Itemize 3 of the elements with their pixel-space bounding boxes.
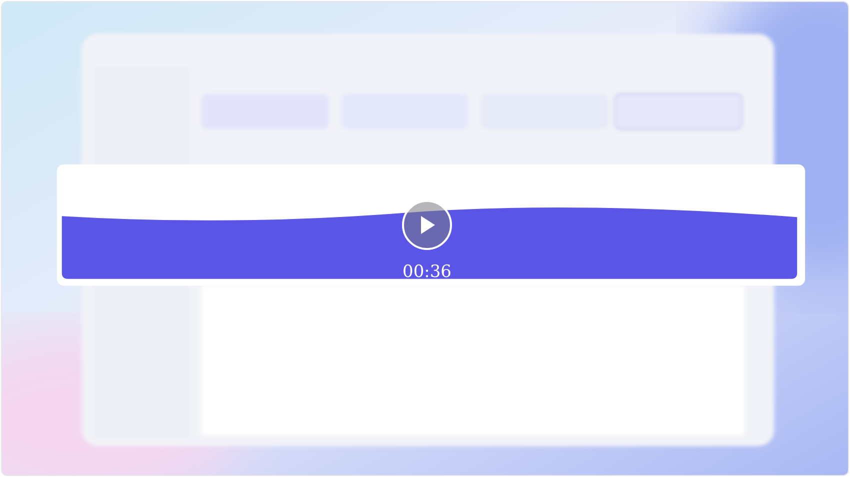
video-time: 00:36 — [402, 262, 452, 282]
play-icon — [418, 215, 436, 235]
play-button[interactable] — [402, 200, 452, 250]
